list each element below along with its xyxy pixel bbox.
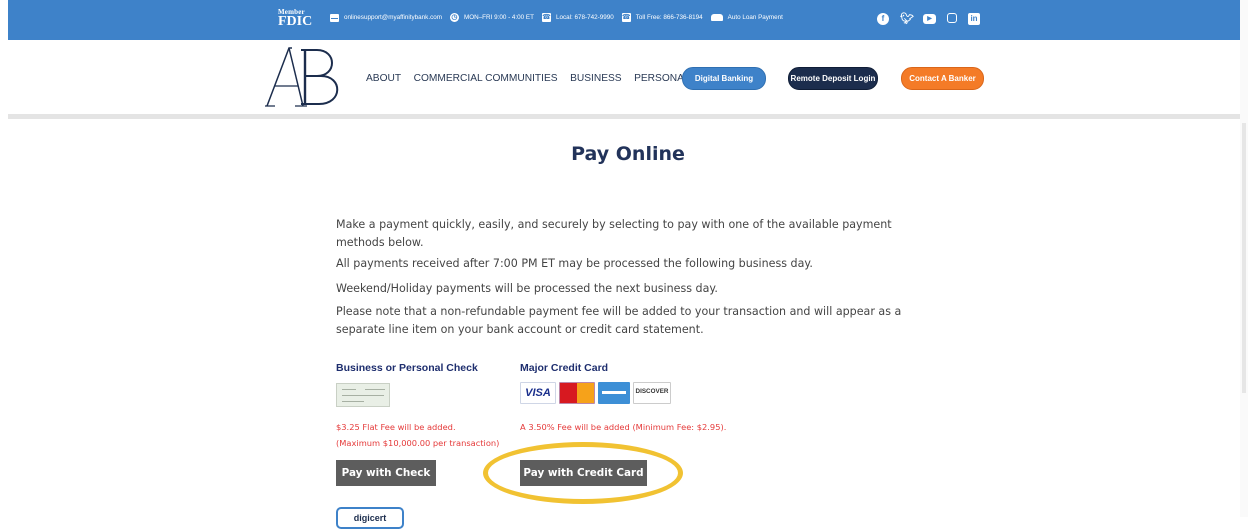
pay-with-check-button[interactable]: Pay with Check (336, 460, 436, 486)
holiday-paragraph: Weekend/Holiday payments will be process… (336, 282, 718, 295)
check-section-title: Business or Personal Check (336, 362, 478, 374)
toll-free-phone-link[interactable]: Toll Free: 866-736-8194 (636, 14, 703, 21)
social-links: f 🐦︎ ▶ in (877, 13, 980, 25)
highlight-ellipse (483, 442, 683, 504)
discover-logo: DISCOVER (633, 382, 671, 404)
digicert-seal[interactable]: digicert (336, 507, 404, 529)
clock-icon: ◷ (449, 13, 459, 22)
contact-a-banker-button[interactable]: Contact A Banker (901, 67, 984, 90)
facebook-icon[interactable]: f (877, 13, 889, 25)
american-express-logo (598, 382, 630, 404)
cutoff-paragraph: All payments received after 7:00 PM ET m… (336, 257, 813, 270)
credit-card-fee-text: A 3.50% Fee will be added (Minimum Fee: … (520, 422, 727, 432)
top-info-bar: Member FDIC onlinesupport@myaffinitybank… (8, 0, 1240, 40)
digital-banking-login-button[interactable]: Digital Banking Login (682, 67, 766, 104)
intro-paragraph: Make a payment quickly, easily, and secu… (336, 218, 892, 249)
check-fee-text: $3.25 Flat Fee will be added. (Maximum $… (336, 422, 500, 448)
remote-deposit-login-button[interactable]: Remote Deposit Login (788, 67, 878, 90)
youtube-icon[interactable]: ▶ (923, 14, 936, 24)
support-email-link[interactable]: onlinesupport@myaffinitybank.com (344, 14, 442, 21)
nav-about[interactable]: ABOUT (366, 73, 401, 84)
linkedin-icon[interactable]: in (968, 13, 980, 25)
fee-notice-paragraph: Please note that a non-refundable paymen… (336, 305, 902, 336)
car-icon (710, 14, 723, 21)
auto-loan-payment-link[interactable]: Auto Loan Payment (728, 14, 783, 21)
phone-icon: ☎ (621, 13, 631, 22)
business-hours: MON–FRI 9:00 - 4:00 ET (463, 14, 534, 21)
contact-strip: onlinesupport@myaffinitybank.com ◷ MON–F… (330, 13, 791, 22)
phone-icon: ☎ (541, 13, 551, 22)
fdic-logo: Member FDIC (278, 8, 313, 29)
main-nav: ABOUT COMMERCIAL COMMUNITIES BUSINESS PE… (366, 73, 702, 84)
check-image (336, 383, 390, 407)
nav-business[interactable]: BUSINESS (570, 73, 622, 84)
visa-logo: VISA (520, 382, 556, 404)
ab-logo[interactable] (265, 46, 345, 108)
local-phone-link[interactable]: Local: 678-742-9990 (556, 14, 614, 21)
nav-commercial-communities[interactable]: COMMERCIAL COMMUNITIES (414, 73, 558, 84)
instagram-icon[interactable] (947, 13, 957, 23)
email-icon (330, 13, 339, 22)
site-header: ABOUT COMMERCIAL COMMUNITIES BUSINESS PE… (8, 40, 1240, 114)
credit-card-logos: VISA DISCOVER (520, 382, 671, 404)
header-divider (8, 114, 1240, 119)
twitter-icon[interactable]: 🐦︎ (900, 13, 914, 25)
credit-card-section-title: Major Credit Card (520, 362, 609, 374)
mastercard-logo (559, 382, 595, 404)
page-title: Pay Online (571, 143, 685, 165)
